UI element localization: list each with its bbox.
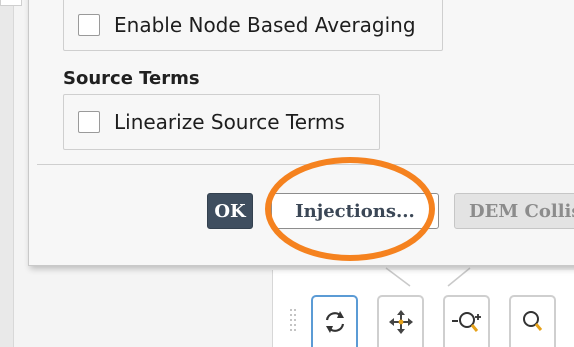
dem-collisions-button[interactable]: DEM Collis — [454, 193, 574, 229]
pan-tool-button[interactable] — [377, 295, 424, 347]
injections-button[interactable]: Injections... — [271, 193, 439, 229]
enable-node-averaging-checkbox[interactable] — [78, 14, 100, 36]
background-panel-edge — [0, 0, 14, 347]
averaging-groupbox: Enable Node Based Averaging — [63, 0, 443, 51]
toolbar-grip[interactable] — [289, 308, 297, 338]
zoom-tool-button[interactable] — [509, 295, 556, 347]
zoom-in-out-icon — [451, 312, 481, 332]
ok-button[interactable]: OK — [207, 193, 253, 229]
zoom-icon — [522, 311, 542, 331]
linearize-source-terms-label: Linearize Source Terms — [114, 110, 345, 134]
enable-node-averaging-label: Enable Node Based Averaging — [114, 13, 416, 37]
zoom-in-out-tool-button[interactable] — [443, 295, 490, 347]
graphics-axis-lines — [385, 267, 471, 287]
source-terms-groupbox: Linearize Source Terms — [63, 94, 380, 150]
dpm-dialog: Enable Node Based Averaging Source Terms… — [28, 0, 574, 266]
screen: Enable Node Based Averaging Source Terms… — [0, 0, 574, 347]
linearize-source-terms-checkbox[interactable] — [78, 111, 100, 133]
background-tab — [0, 0, 22, 6]
pan-icon — [388, 310, 413, 334]
rotate-icon — [325, 311, 344, 333]
button-bar-divider — [37, 164, 574, 165]
source-terms-title: Source Terms — [63, 68, 200, 89]
rotate-tool-button[interactable] — [311, 295, 358, 347]
